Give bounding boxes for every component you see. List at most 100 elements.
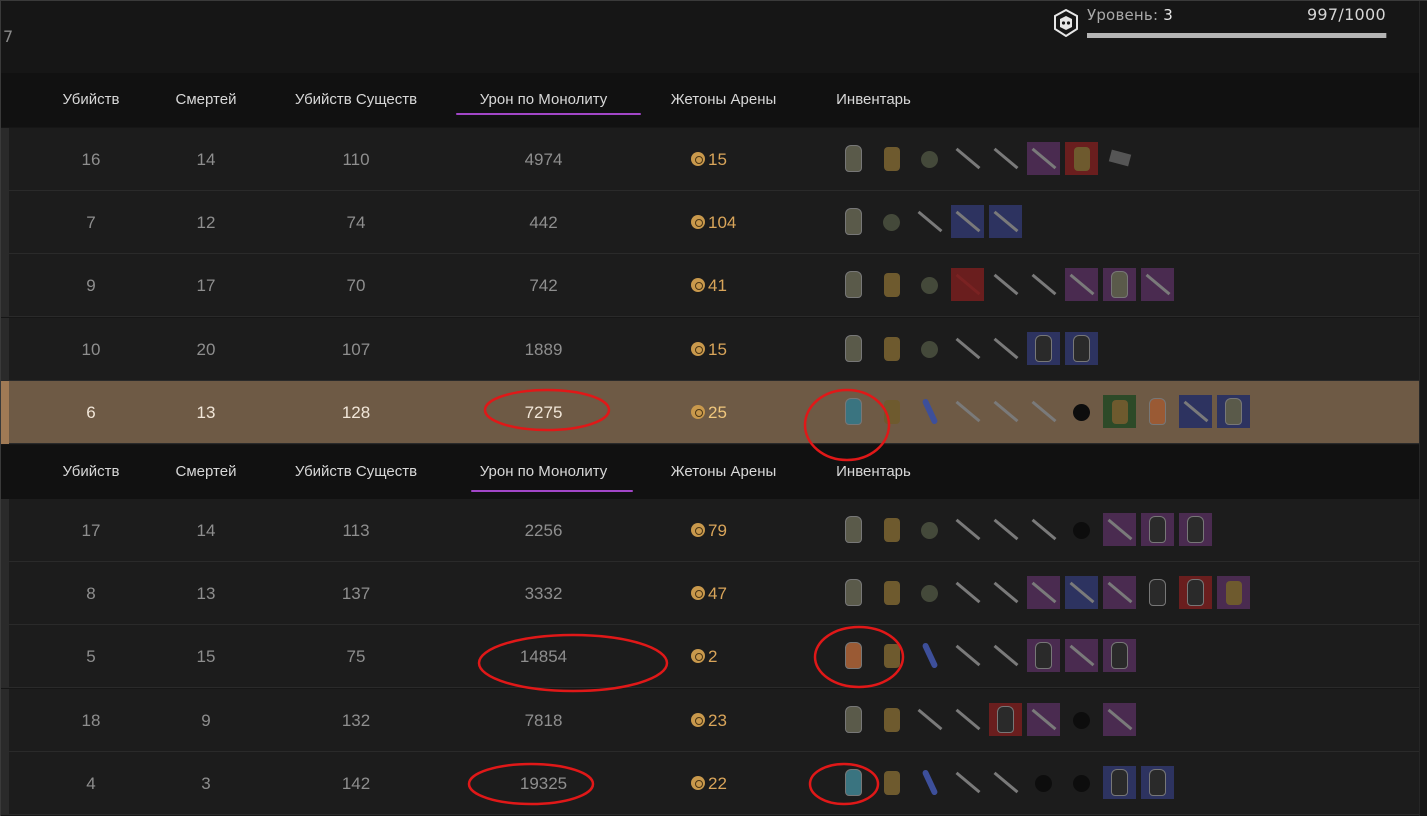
player-row[interactable]: 5 15 75 14854 2 <box>1 625 1420 688</box>
player-row[interactable]: 10 20 107 1889 15 <box>1 318 1420 381</box>
column-header[interactable]: Урон по Монолиту <box>456 73 631 127</box>
inventory-item-rifle-purple-icon[interactable] <box>1027 703 1060 736</box>
inventory-item-armor-icon[interactable] <box>837 576 870 609</box>
inventory-item-artifact-icon[interactable] <box>1065 766 1098 799</box>
inventory-item-shotgun-icon[interactable] <box>1027 395 1060 428</box>
column-header[interactable]: Убийств <box>41 73 141 127</box>
column-header[interactable]: Смертей <box>156 73 256 127</box>
inventory-item-knife-icon[interactable] <box>951 576 984 609</box>
column-header[interactable]: Убийств Существ <box>276 445 436 499</box>
inventory-item-rifle-icon[interactable] <box>951 142 984 175</box>
player-row[interactable]: 4 3 142 19325 22 <box>1 752 1420 815</box>
inventory-item-shotgun-icon[interactable] <box>1027 268 1060 301</box>
inventory-item-helmet-purple-icon[interactable] <box>1027 639 1060 672</box>
player-row[interactable]: 7 12 74 442 104 <box>1 191 1420 254</box>
inventory-item-smg-purple-icon[interactable] <box>1103 513 1136 546</box>
inventory-item-smg-purple-icon[interactable] <box>1141 268 1174 301</box>
inventory-item-rifle-icon[interactable] <box>951 332 984 365</box>
inventory-item-rifle-icon[interactable] <box>989 513 1022 546</box>
inventory-item-helmet-red-icon[interactable] <box>989 703 1022 736</box>
inventory-item-knife-red-icon[interactable] <box>951 268 984 301</box>
column-header[interactable]: Жетоны Арены <box>651 445 796 499</box>
inventory-item-pistol-icon[interactable] <box>989 332 1022 365</box>
column-header[interactable]: Убийств Существ <box>276 73 436 127</box>
inventory-item-rifle-purple-icon[interactable] <box>1065 639 1098 672</box>
inventory-item-knife-icon[interactable] <box>951 395 984 428</box>
inventory-item-grenade-icon[interactable] <box>913 576 946 609</box>
inventory-item-backpack-icon[interactable] <box>875 766 908 799</box>
inventory-item-smg-blue-icon[interactable] <box>1179 395 1212 428</box>
inventory-item-pistol-icon[interactable] <box>989 142 1022 175</box>
inventory-item-rifle-icon[interactable] <box>989 268 1022 301</box>
inventory-item-armor-blue-icon[interactable] <box>1217 395 1250 428</box>
player-row[interactable]: 17 14 113 2256 79 <box>1 499 1420 562</box>
inventory-item-rifle-purple-icon[interactable] <box>1065 268 1098 301</box>
inventory-item-artifact-teal-icon[interactable] <box>1065 513 1098 546</box>
inventory-item-rifle-blue-icon[interactable] <box>951 205 984 238</box>
inventory-item-syringe-icon[interactable] <box>913 766 946 799</box>
inventory-item-pistol-icon[interactable] <box>989 766 1022 799</box>
inventory-item-backpack-icon[interactable] <box>875 395 908 428</box>
inventory-item-helmet-red-icon[interactable] <box>1179 576 1212 609</box>
inventory-item-helmet-blue-icon[interactable] <box>1103 766 1136 799</box>
player-row[interactable]: 18 9 132 7818 23 <box>1 689 1420 752</box>
inventory-item-armor-icon[interactable] <box>837 268 870 301</box>
inventory-item-smg-purple-icon[interactable] <box>1103 703 1136 736</box>
inventory-item-armor-orange-icon[interactable] <box>1141 395 1174 428</box>
inventory-item-knife-icon[interactable] <box>913 205 946 238</box>
inventory-item-backpack-icon[interactable] <box>875 142 908 175</box>
inventory-item-pistol-icon[interactable] <box>1027 513 1060 546</box>
inventory-item-container-purple-icon[interactable] <box>1217 576 1250 609</box>
inventory-item-backpack-icon[interactable] <box>875 268 908 301</box>
player-row[interactable]: 9 17 70 742 41 <box>1 254 1420 317</box>
inventory-item-helmet-purple-icon[interactable] <box>1141 513 1174 546</box>
column-header[interactable]: Инвентарь <box>821 445 926 499</box>
inventory-item-smg-blue-icon[interactable] <box>989 205 1022 238</box>
column-header[interactable]: Убийств <box>41 445 141 499</box>
scrollbar-track[interactable] <box>1419 1 1427 816</box>
inventory-item-smg-purple-icon[interactable] <box>1027 576 1060 609</box>
inventory-item-armor-icon[interactable] <box>837 205 870 238</box>
inventory-item-rifle-icon[interactable] <box>989 395 1022 428</box>
inventory-item-artifact-icon[interactable] <box>1065 395 1098 428</box>
inventory-item-syringe-icon[interactable] <box>913 639 946 672</box>
inventory-item-armor-teal-icon[interactable] <box>837 395 870 428</box>
inventory-item-smg-purple-icon[interactable] <box>1103 576 1136 609</box>
inventory-item-armor-icon[interactable] <box>837 332 870 365</box>
inventory-item-helmet-purple-icon[interactable] <box>1179 513 1212 546</box>
inventory-item-backpack-icon[interactable] <box>875 332 908 365</box>
inventory-item-grenade-icon[interactable] <box>913 142 946 175</box>
inventory-item-backpack-icon[interactable] <box>875 703 908 736</box>
inventory-item-helmet-blue-icon[interactable] <box>1065 332 1098 365</box>
inventory-item-backpack-icon[interactable] <box>875 513 908 546</box>
inventory-item-pistol-icon[interactable] <box>989 639 1022 672</box>
inventory-item-armor-teal-icon[interactable] <box>837 766 870 799</box>
inventory-item-helmet-blue-icon[interactable] <box>1027 332 1060 365</box>
column-header[interactable]: Жетоны Арены <box>651 73 796 127</box>
inventory-item-container-green-icon[interactable] <box>1103 395 1136 428</box>
inventory-item-revolver-icon[interactable] <box>951 703 984 736</box>
inventory-item-knife-icon[interactable] <box>913 703 946 736</box>
column-header[interactable]: Инвентарь <box>821 73 926 127</box>
inventory-item-rifle-blue-icon[interactable] <box>1065 576 1098 609</box>
inventory-item-backpack-icon[interactable] <box>875 576 908 609</box>
inventory-item-grenade-icon[interactable] <box>913 332 946 365</box>
player-row[interactable]: 8 13 137 3332 47 <box>1 562 1420 625</box>
inventory-item-artifact-orange-icon[interactable] <box>1027 766 1060 799</box>
inventory-item-armor-orange-icon[interactable] <box>837 639 870 672</box>
inventory-item-document-icon[interactable] <box>1103 142 1136 175</box>
inventory-item-armor-purple-icon[interactable] <box>1103 268 1136 301</box>
inventory-item-container-red-icon[interactable] <box>1065 142 1098 175</box>
inventory-item-helmet-purple-icon[interactable] <box>1103 639 1136 672</box>
inventory-item-rifle-purple-icon[interactable] <box>1027 142 1060 175</box>
inventory-item-syringe-icon[interactable] <box>913 395 946 428</box>
inventory-item-helmet-icon[interactable] <box>1141 576 1174 609</box>
inventory-item-knife-icon[interactable] <box>951 513 984 546</box>
inventory-item-armor-icon[interactable] <box>837 703 870 736</box>
player-row[interactable]: 16 14 110 4974 15 <box>1 128 1420 191</box>
inventory-item-grenade-icon[interactable] <box>913 268 946 301</box>
inventory-item-armor-icon[interactable] <box>837 513 870 546</box>
inventory-item-grenade-icon[interactable] <box>875 205 908 238</box>
inventory-item-backpack-icon[interactable] <box>875 639 908 672</box>
inventory-item-pistol-icon[interactable] <box>989 576 1022 609</box>
